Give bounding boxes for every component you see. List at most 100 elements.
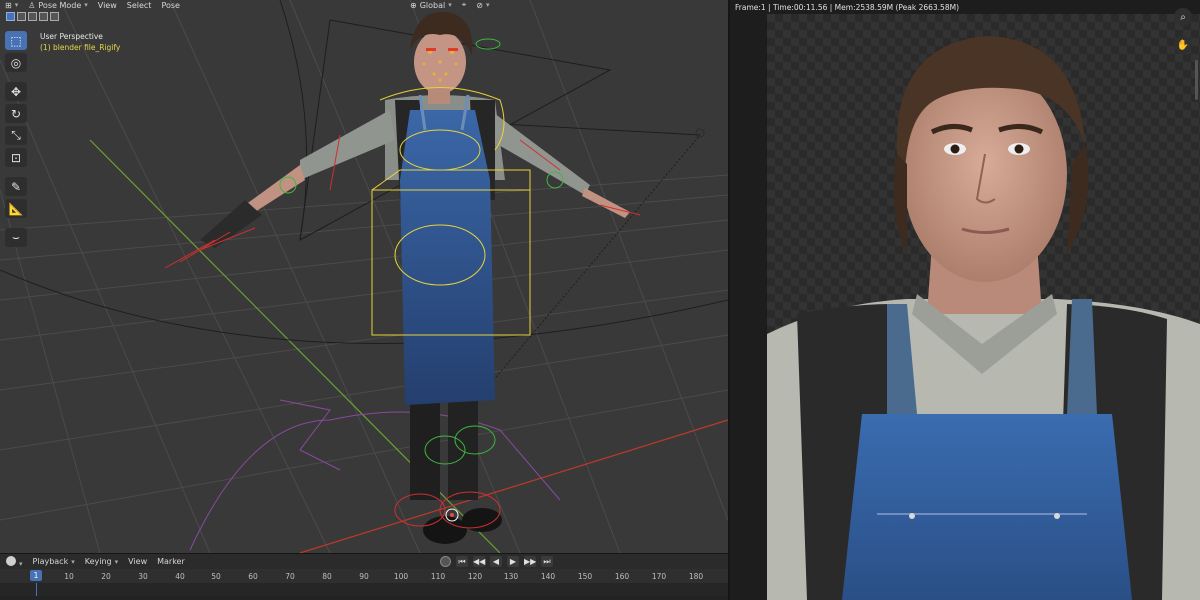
3d-viewport[interactable]: ⊞ ▾ ♙ Pose Mode ▾ View Select Pose ⊕ Glob… xyxy=(0,0,728,553)
render-stats-text: Frame:1 | Time:00:11.56 | Mem:2538.59M (… xyxy=(735,3,959,12)
transform-tool[interactable]: ⊡ xyxy=(5,148,27,167)
bone-tool[interactable]: ⌣ xyxy=(5,228,27,247)
frame-ruler[interactable]: 1 10 20 30 40 50 60 70 80 90 100 110 120… xyxy=(0,569,728,583)
transform-icon: ⊡ xyxy=(10,150,22,165)
play-button[interactable]: ▶ xyxy=(507,556,519,567)
menu-marker[interactable]: Marker xyxy=(157,557,185,566)
jump-keyframe-back-button[interactable]: ◀◀ xyxy=(473,556,485,567)
tool-shelf: ⬚ ◎ ✥ ↻ ⤡ ⊡ ✎ 📐 ⌣ xyxy=(5,31,29,247)
frame-tick: 30 xyxy=(138,572,148,581)
menu-keying-label: Keying xyxy=(84,557,112,566)
menu-select[interactable]: Select xyxy=(122,0,157,10)
menu-playback[interactable]: Playback ▾ xyxy=(33,557,75,566)
chevron-down-icon: ▾ xyxy=(14,1,19,9)
render-scrollbar[interactable] xyxy=(1195,60,1198,100)
select-subtract-button[interactable] xyxy=(28,12,37,21)
zoom-icon[interactable]: ⌕ xyxy=(1174,8,1192,26)
frame-tick: 60 xyxy=(248,572,258,581)
select-box-icon: ⬚ xyxy=(10,33,22,48)
editor-type-menu[interactable]: ⊞ ▾ xyxy=(0,0,23,10)
move-icon: ✥ xyxy=(10,84,22,99)
menu-keying[interactable]: Keying ▾ xyxy=(85,557,118,566)
render-result-image xyxy=(767,14,1200,600)
frame-tick: 180 xyxy=(688,572,704,581)
select-invert-button[interactable] xyxy=(39,12,48,21)
mode-dropdown[interactable]: ♙ Pose Mode ▾ xyxy=(23,0,93,10)
menu-pose[interactable]: Pose xyxy=(156,0,185,10)
menu-view[interactable]: View xyxy=(128,557,147,566)
magnet-icon: ⌖ xyxy=(461,0,467,9)
apron xyxy=(400,110,495,405)
jump-start-button[interactable]: ⏮ xyxy=(456,556,468,567)
current-frame-indicator[interactable]: 1 xyxy=(30,570,42,581)
playback-controls: ⏮ ◀◀ ◀ ▶ ▶▶ ⏭ xyxy=(440,556,553,567)
menu-playback-label: Playback xyxy=(32,557,69,566)
frame-tick: 120 xyxy=(467,572,483,581)
jump-keyframe-forward-button[interactable]: ▶▶ xyxy=(524,556,536,567)
rotate-icon: ↻ xyxy=(10,106,22,121)
timeline-header: ▾ Playback ▾ Keying ▾ View Marker ⏮ ◀◀ ◀ ▶… xyxy=(0,554,728,569)
clock-icon xyxy=(6,555,16,566)
chevron-down-icon: ▾ xyxy=(114,558,119,566)
chevron-down-icon: ▾ xyxy=(19,559,23,568)
jump-end-button[interactable]: ⏭ xyxy=(541,556,553,567)
viewport-scene[interactable] xyxy=(0,0,728,553)
keyframe-track[interactable] xyxy=(0,583,728,600)
frame-tick: 110 xyxy=(430,572,446,581)
frame-tick: 20 xyxy=(101,572,111,581)
frame-tick: 40 xyxy=(175,572,185,581)
chevron-down-icon: ▾ xyxy=(485,1,490,9)
frame-tick: 10 xyxy=(64,572,74,581)
transform-orientation-dropdown[interactable]: ⊕ Global ▾ xyxy=(405,0,457,10)
frame-tick: 70 xyxy=(285,572,295,581)
move-tool[interactable]: ✥ xyxy=(5,82,27,101)
selection-mode-buttons xyxy=(6,12,59,21)
chevron-down-icon: ▾ xyxy=(448,1,452,9)
frame-tick: 90 xyxy=(359,572,369,581)
cursor-icon: ◎ xyxy=(10,55,22,70)
select-new-button[interactable] xyxy=(6,12,15,21)
render-result-pane[interactable]: Frame:1 | Time:00:11.56 | Mem:2538.59M (… xyxy=(730,0,1200,600)
frame-tick: 80 xyxy=(322,572,332,581)
play-reverse-button[interactable]: ◀ xyxy=(490,556,502,567)
cursor-tool[interactable]: ◎ xyxy=(5,53,27,72)
mode-label: Pose Mode xyxy=(38,0,82,10)
timeline-editor[interactable]: ▾ Playback ▾ Keying ▾ View Marker ⏮ ◀◀ ◀ ▶… xyxy=(0,553,728,600)
select-intersect-button[interactable] xyxy=(50,12,59,21)
annotate-icon: ✎ xyxy=(10,179,22,194)
active-object-label: (1) blender file_Rigify xyxy=(40,43,121,52)
scale-tool[interactable]: ⤡ xyxy=(5,126,27,145)
view-perspective-label: User Perspective xyxy=(40,32,103,41)
bone-icon: ⌣ xyxy=(12,230,20,244)
chevron-down-icon: ▾ xyxy=(84,1,88,9)
measure-icon: 📐 xyxy=(8,201,24,216)
pose-mode-icon: ♙ xyxy=(28,0,36,10)
select-extend-button[interactable] xyxy=(17,12,26,21)
viewport-info-overlay: User Perspective (1) blender file_Rigify xyxy=(40,31,120,53)
menu-view[interactable]: View xyxy=(93,0,122,10)
auto-keying-button[interactable] xyxy=(440,556,451,567)
frame-tick: 130 xyxy=(503,572,519,581)
hand-pan-icon[interactable]: ✋ xyxy=(1174,36,1192,54)
measure-tool[interactable]: 📐 xyxy=(5,199,27,218)
frame-range-scrollbar[interactable] xyxy=(0,596,728,600)
frame-tick: 150 xyxy=(577,572,593,581)
rotate-tool[interactable]: ↻ xyxy=(5,104,27,123)
frame-tick: 170 xyxy=(651,572,667,581)
viewport-header: ⊞ ▾ ♙ Pose Mode ▾ View Select Pose ⊕ Glob… xyxy=(0,0,728,10)
render-view-controls: ⌕ ✋ xyxy=(1174,8,1192,54)
3d-viewport-icon: ⊞ xyxy=(5,0,12,10)
orientation-icon: ⊕ xyxy=(409,0,417,10)
orientation-label: Global xyxy=(419,0,446,10)
proportional-edit-toggle[interactable]: ⊘ ▾ xyxy=(471,0,494,10)
annotate-tool[interactable]: ✎ xyxy=(5,177,27,196)
apron xyxy=(842,414,1132,600)
blender-window: ⊞ ▾ ♙ Pose Mode ▾ View Select Pose ⊕ Glob… xyxy=(0,0,1200,600)
proportional-icon: ⊘ xyxy=(476,0,483,10)
editor-type-menu[interactable]: ▾ xyxy=(6,555,23,568)
snap-toggle[interactable]: ⌖ xyxy=(457,0,472,10)
select-box-tool[interactable]: ⬚ xyxy=(5,31,27,50)
scale-icon: ⤡ xyxy=(11,128,21,142)
frame-tick: 50 xyxy=(211,572,221,581)
frame-tick: 160 xyxy=(614,572,630,581)
